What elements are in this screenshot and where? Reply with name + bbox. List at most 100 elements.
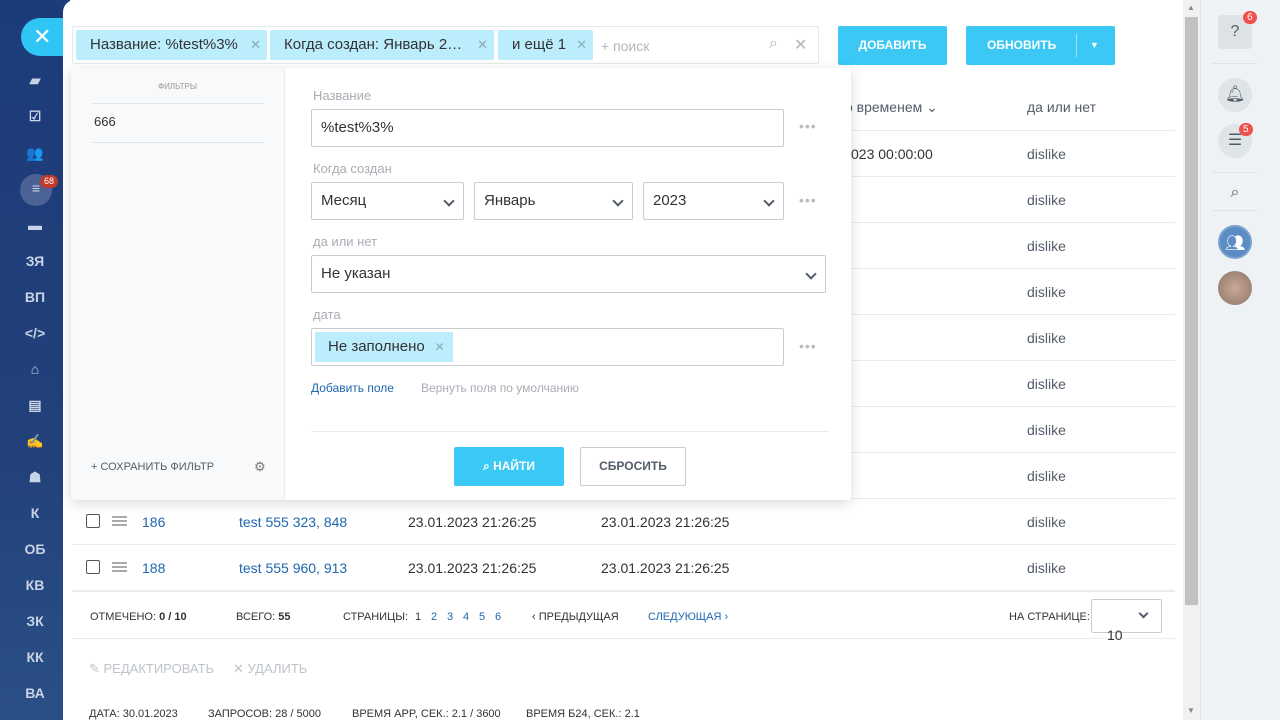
scroll-thumb[interactable]: [1185, 17, 1198, 605]
sidebar-item[interactable]: КК: [18, 643, 52, 671]
row-name[interactable]: test 555 960, 913: [239, 560, 347, 576]
prev-page-link[interactable]: ‹ ПРЕДЫДУЩАЯ: [532, 611, 619, 623]
add-button[interactable]: ДОБАВИТЬ: [838, 26, 947, 65]
bell-icon[interactable]: 🔔︎: [1218, 78, 1252, 112]
gear-icon[interactable]: ⚙: [254, 459, 266, 475]
row-id[interactable]: 188: [142, 560, 165, 576]
sidebar-item[interactable]: ВП: [18, 283, 52, 311]
add-field-link[interactable]: Добавить поле: [311, 381, 394, 395]
filter-chip[interactable]: Название: %test%3% ✕: [76, 30, 267, 60]
more-icon[interactable]: •••: [799, 192, 817, 208]
filter-search-bar[interactable]: Название: %test%3% ✕ Когда создан: Январь…: [72, 26, 819, 64]
clear-icon[interactable]: ✕: [794, 35, 807, 55]
more-icon[interactable]: •••: [799, 338, 817, 354]
sidebar-item[interactable]: К: [18, 499, 52, 527]
filter-chip[interactable]: и ещё 1 ✕: [498, 30, 593, 60]
date-chip[interactable]: Не заполнено ✕: [315, 332, 453, 362]
search-icon[interactable]: ⌕: [1218, 176, 1252, 210]
chevron-down-icon: [443, 195, 455, 207]
month-select[interactable]: Январь: [474, 182, 633, 220]
row-yesno: dislike: [1027, 560, 1066, 576]
year-select[interactable]: 2023: [643, 182, 784, 220]
sidebar-item[interactable]: ЗЯ: [18, 247, 52, 275]
filter-chip[interactable]: Когда создан: Январь 2… ✕: [270, 30, 494, 60]
group-chat-icon[interactable]: 👥︎: [1218, 225, 1252, 259]
name-input[interactable]: %test%3%: [311, 109, 784, 147]
row-yesno: dislike: [1027, 376, 1066, 392]
drag-handle-icon[interactable]: [112, 516, 127, 526]
close-icon[interactable]: ✕: [477, 30, 488, 60]
row-yesno: dislike: [1027, 330, 1066, 346]
date-input[interactable]: Не заполнено ✕: [311, 328, 784, 366]
yesno-select[interactable]: Не указан: [311, 255, 826, 293]
saved-filters-panel: ФИЛЬТРЫ 666 + СОХРАНИТЬ ФИЛЬТР ⚙: [71, 68, 285, 500]
divider: [1213, 210, 1257, 211]
reset-button[interactable]: СБРОСИТЬ: [580, 447, 686, 486]
row-yesno: dislike: [1027, 422, 1066, 438]
period-select[interactable]: Месяц: [311, 182, 464, 220]
sidebar-item[interactable]: ЗК: [18, 607, 52, 635]
saved-filter-item[interactable]: 666: [91, 103, 264, 143]
page-4[interactable]: 4: [463, 611, 469, 623]
chip-label: Когда создан: Январь 2…: [284, 36, 463, 53]
scroll-up-icon[interactable]: ▲: [1187, 3, 1195, 12]
avatar[interactable]: [1218, 271, 1252, 305]
page-5[interactable]: 5: [479, 611, 485, 623]
drag-handle-icon[interactable]: [112, 562, 127, 572]
chevron-down-icon[interactable]: ▼: [1090, 26, 1099, 65]
select-value: Месяц: [321, 192, 367, 209]
robot-icon[interactable]: ☗: [18, 463, 52, 491]
groups-icon[interactable]: 👥: [18, 139, 52, 167]
sidebar-item[interactable]: ВА: [18, 679, 52, 707]
row-id[interactable]: 186: [142, 514, 165, 530]
divider: [311, 431, 829, 432]
chat-icon[interactable]: ▰: [18, 66, 52, 94]
status-requests: ЗАПРОСОВ: 28 / 5000: [208, 708, 321, 720]
edit-button[interactable]: ✎ РЕДАКТИРОВАТЬ: [89, 661, 214, 677]
chip-label: Название: %test%3%: [90, 36, 238, 53]
row-modified: 023 00:00:00: [851, 146, 933, 162]
select-value: Январь: [484, 192, 536, 209]
page-3[interactable]: 3: [447, 611, 453, 623]
scrollbar[interactable]: ▲ ▼: [1183, 0, 1200, 720]
next-page-link[interactable]: СЛЕДУЮЩАЯ ›: [648, 611, 728, 623]
close-icon[interactable]: ✕: [250, 30, 261, 60]
scroll-down-icon[interactable]: ▼: [1187, 706, 1195, 715]
page-6[interactable]: 6: [495, 611, 501, 623]
document-icon[interactable]: ▤: [18, 391, 52, 419]
close-icon[interactable]: ✕: [576, 30, 587, 60]
name-label: Название: [313, 88, 372, 103]
chip-label: и ещё 1: [512, 36, 567, 53]
filter-popup: ФИЛЬТРЫ 666 + СОХРАНИТЬ ФИЛЬТР ⚙ Названи…: [71, 68, 851, 500]
column-header-yesno[interactable]: да или нет: [1027, 99, 1096, 115]
more-icon[interactable]: •••: [799, 118, 817, 134]
find-button[interactable]: ⌕ НАЙТИ: [454, 447, 564, 486]
row-yesno: dislike: [1027, 284, 1066, 300]
save-filter-button[interactable]: + СОХРАНИТЬ ФИЛЬТР: [91, 461, 214, 473]
reset-fields-link[interactable]: Вернуть поля по умолчанию: [421, 381, 579, 395]
close-icon[interactable]: ✕: [435, 332, 445, 362]
building-icon[interactable]: ⌂: [18, 355, 52, 383]
find-label: НАЙТИ: [493, 459, 535, 473]
column-header-time[interactable]: о временем ⌄: [845, 99, 938, 116]
chevron-down-icon: [1138, 608, 1149, 619]
signature-icon[interactable]: ✍: [18, 427, 52, 455]
page-2[interactable]: 2: [431, 611, 437, 623]
search-input[interactable]: + поиск: [601, 38, 649, 54]
refresh-button[interactable]: ОБНОВИТЬ ▼: [966, 26, 1115, 65]
tasks-icon[interactable]: ☑: [18, 102, 52, 130]
table-row[interactable]: 186 test 555 323, 848 23.01.2023 21:26:25 2…: [72, 499, 1175, 545]
drive-icon[interactable]: ▬: [18, 211, 52, 239]
row-checkbox[interactable]: [86, 514, 100, 528]
table-row[interactable]: 188 test 555 960, 913 23.01.2023 21:26:25 2…: [72, 545, 1175, 591]
row-yesno: dislike: [1027, 146, 1066, 162]
per-page-select[interactable]: 10: [1091, 599, 1162, 643]
sidebar-item[interactable]: ОБ: [18, 535, 52, 563]
row-name[interactable]: test 555 323, 848: [239, 514, 347, 530]
code-icon[interactable]: </>: [18, 319, 52, 347]
search-icon[interactable]: ⌕: [769, 35, 778, 53]
row-modified: 23.01.2023 21:26:25: [601, 560, 730, 576]
delete-button[interactable]: ✕ УДАЛИТЬ: [233, 661, 307, 677]
row-checkbox[interactable]: [86, 560, 100, 574]
sidebar-item[interactable]: КВ: [18, 571, 52, 599]
